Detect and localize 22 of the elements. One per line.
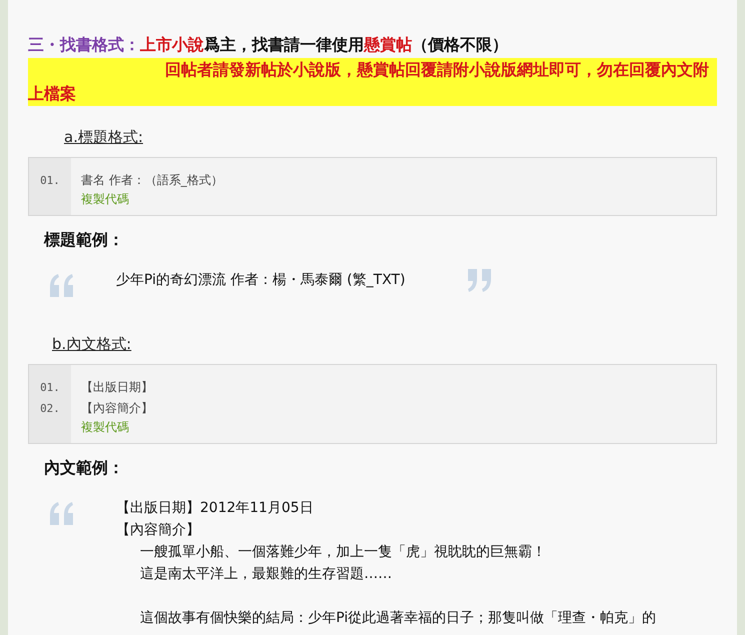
code-line: 【內容簡介】 <box>81 400 153 417</box>
line-number: 01. <box>39 380 61 396</box>
example-text: 少年Pi的奇幻漂流 作者：楊・馬泰爾 (繁_TXT) <box>116 271 406 290</box>
line-number: 01. <box>39 173 61 189</box>
code-line: 書名 作者：（語系_格式） <box>81 172 223 189</box>
open-quote-icon <box>48 273 76 297</box>
open-quote-icon <box>48 501 76 525</box>
example-text: 一艘孤單小船、一個落難少年，加上一隻「虎」視眈眈的巨無霸！ <box>139 543 547 562</box>
example-title: 標題範例： <box>44 230 125 251</box>
format-subtitle: a.標題格式: <box>64 128 144 147</box>
highlighted-notice: 回帖者請發新帖於小說版，懸賞帖回覆請附小說版網址即可，勿在回覆內文附上檔案 <box>28 58 717 106</box>
code-line: 【出版日期】 <box>81 379 153 396</box>
format-subtitle: b.內文格式: <box>52 335 132 354</box>
example-title: 內文範例： <box>44 458 125 479</box>
copy-code-link[interactable]: 複製代碼 <box>81 191 223 207</box>
example-text: 這是南太平洋上，最艱難的生存習題…… <box>139 565 393 584</box>
copy-code-link[interactable]: 複製代碼 <box>81 419 153 435</box>
example-text: 【內容簡介】 <box>116 521 201 540</box>
line-number: 02. <box>39 401 61 417</box>
example-text: 【出版日期】2012年11月05日 <box>116 499 314 518</box>
example-text: 這個故事有個快樂的結局：少年Pi從此過著幸福的日子；那隻叫做「理查・帕克」的 <box>139 609 656 628</box>
section-heading: 三・找書格式：上市小說爲主，找書請一律使用懸賞帖（價格不限） <box>28 34 509 56</box>
